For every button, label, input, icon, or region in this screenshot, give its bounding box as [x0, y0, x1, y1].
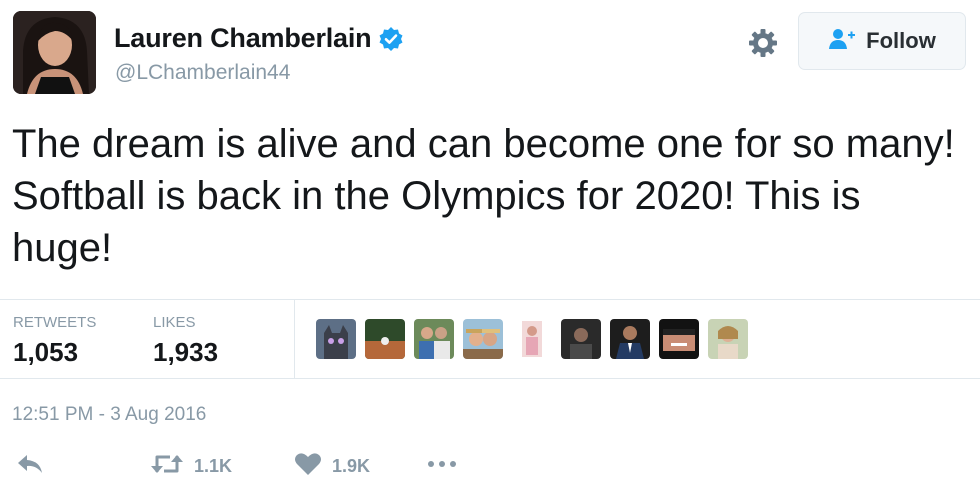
retweets-value: 1,053 [13, 337, 79, 367]
heart-icon [294, 452, 322, 481]
more-icon [426, 452, 458, 481]
retweets-stat[interactable]: RETWEETS 1,053 [13, 314, 96, 368]
user-handle[interactable]: @LChamberlain44 [115, 61, 290, 85]
likers-avatars [316, 319, 748, 359]
tweet-text: The dream is alive and can become one fo… [12, 122, 955, 270]
profile-avatar[interactable] [13, 11, 96, 94]
gear-icon[interactable] [747, 27, 779, 59]
stats-divider [294, 300, 295, 378]
liker-avatar-cat[interactable] [316, 319, 356, 359]
more-button[interactable] [426, 452, 458, 481]
follow-label: Follow [866, 28, 936, 53]
retweet-icon [150, 452, 184, 481]
display-name[interactable]: Lauren Chamberlain [114, 23, 372, 54]
liker-avatar-group[interactable] [414, 319, 454, 359]
verified-badge-icon [378, 26, 404, 52]
liker-avatar-dark[interactable] [561, 319, 601, 359]
tweet-actions: 1.1K 1.9K [0, 452, 980, 492]
follow-person-plus-icon [828, 28, 856, 55]
like-count: 1.9K [332, 456, 371, 476]
follow-button[interactable]: Follow [798, 12, 966, 70]
like-button[interactable]: 1.9K [294, 452, 370, 481]
reply-icon [16, 452, 44, 481]
liker-avatar-portrait[interactable] [512, 319, 552, 359]
liker-avatar-field[interactable] [365, 319, 405, 359]
liker-avatar-smile[interactable] [659, 319, 699, 359]
liker-avatar-outdoor[interactable] [708, 319, 748, 359]
reply-button[interactable] [16, 452, 44, 481]
retweet-button[interactable]: 1.1K [150, 452, 232, 481]
liker-avatar-suit[interactable] [610, 319, 650, 359]
tweet-timestamp[interactable]: 12:51 PM - 3 Aug 2016 [12, 404, 206, 426]
retweets-label: RETWEETS [13, 314, 97, 331]
likes-stat[interactable]: LIKES 1,933 [153, 314, 218, 368]
likes-value: 1,933 [153, 337, 219, 367]
liker-avatar-hats[interactable] [463, 319, 503, 359]
retweet-count: 1.1K [194, 456, 233, 476]
tweet-stats: RETWEETS 1,053 LIKES 1,933 [0, 299, 980, 379]
likes-label: LIKES [153, 314, 196, 331]
